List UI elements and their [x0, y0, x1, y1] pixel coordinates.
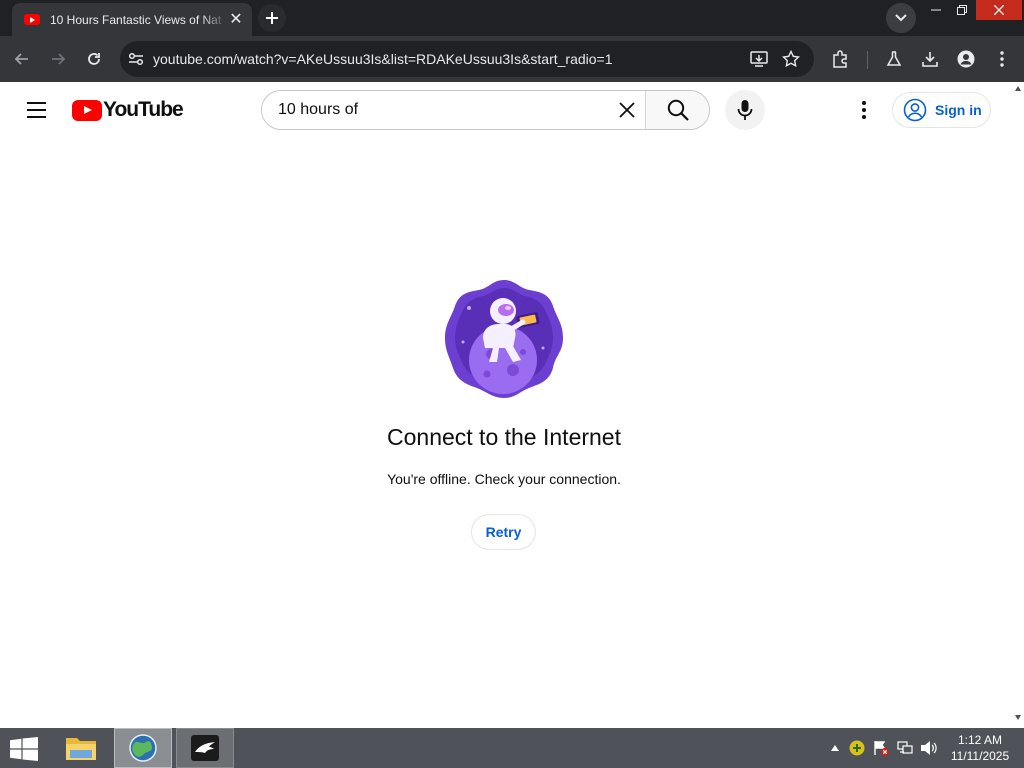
tab-close-icon[interactable]: ✕ — [228, 11, 244, 28]
profile-button[interactable] — [952, 45, 980, 73]
tab-title: 10 Hours Fantastic Views of Nat — [50, 12, 222, 27]
offline-message-panel: Connect to the Internet You're offline. … — [0, 138, 1012, 728]
chevron-down-icon — [895, 14, 907, 22]
extensions-button[interactable] — [826, 45, 854, 73]
address-bar[interactable]: youtube.com/watch?v=AKeUssuu3Is&list=RDA… — [120, 41, 814, 77]
show-hidden-icons-button[interactable] — [826, 740, 844, 756]
youtube-favicon-icon — [24, 14, 40, 25]
youtube-play-icon — [72, 99, 102, 121]
browser-taskbar-button[interactable] — [114, 728, 172, 768]
microphone-icon — [737, 100, 753, 120]
toolbar-separator — [867, 51, 868, 69]
settings-menu-button[interactable] — [852, 96, 876, 124]
flag-icon — [874, 741, 889, 756]
search-box — [261, 90, 710, 130]
offline-message: You're offline. Check your connection. — [387, 471, 621, 487]
globe-icon — [129, 734, 157, 762]
plus-circle-icon — [849, 740, 865, 756]
sign-in-label: Sign in — [935, 102, 982, 118]
browser-tab[interactable]: 10 Hours Fantastic Views of Nat ✕ — [12, 3, 252, 36]
reload-button[interactable] — [80, 45, 108, 73]
flask-icon — [886, 51, 902, 66]
restore-icon — [957, 5, 967, 15]
browser-toolbar: youtube.com/watch?v=AKeUssuu3Is&list=RDA… — [0, 36, 1024, 82]
hamburger-icon — [26, 102, 46, 104]
new-tab-button[interactable] — [258, 4, 286, 32]
file-explorer-taskbar-button[interactable] — [52, 728, 110, 768]
url-text[interactable]: youtube.com/watch?v=AKeUssuu3Is&list=RDA… — [153, 51, 613, 67]
chevron-up-icon — [831, 745, 839, 751]
scroll-down-arrow-icon[interactable] — [1015, 715, 1021, 720]
downloads-button[interactable] — [916, 45, 944, 73]
windows-start-icon[interactable] — [10, 737, 38, 761]
account-circle-icon — [903, 98, 927, 122]
install-app-icon[interactable] — [750, 51, 768, 67]
plus-icon — [266, 12, 278, 24]
speaker-icon — [921, 741, 937, 755]
tray-app-icon[interactable] — [848, 740, 866, 756]
close-window-button[interactable] — [976, 0, 1022, 20]
more-vert-icon — [862, 101, 866, 105]
eagle-app-taskbar-button[interactable] — [176, 728, 234, 768]
search-icon — [667, 99, 689, 121]
tab-search-button[interactable] — [886, 3, 916, 33]
minimize-button[interactable] — [922, 0, 950, 20]
youtube-logo[interactable]: YouTube — [72, 98, 184, 121]
restore-button[interactable] — [948, 0, 976, 20]
arrow-left-icon — [14, 53, 28, 65]
search-button[interactable] — [645, 91, 709, 129]
guide-menu-button[interactable] — [22, 96, 50, 124]
page-scrollbar[interactable] — [1012, 82, 1024, 728]
windows-taskbar: 1:12 AM 11/11/2025 — [0, 728, 1024, 768]
youtube-wordmark: YouTube — [103, 98, 184, 121]
youtube-header: YouTube Sign in — [0, 82, 1012, 138]
network-icon-glyph — [897, 741, 913, 754]
clock-time: 1:12 AM — [957, 733, 1003, 747]
close-icon — [619, 102, 635, 118]
reload-icon — [88, 53, 100, 65]
sign-in-button[interactable]: Sign in — [892, 92, 991, 128]
profile-icon — [957, 50, 975, 68]
folder-icon — [66, 738, 96, 760]
back-button[interactable] — [8, 45, 36, 73]
puzzle-icon — [833, 50, 847, 68]
taskbar-clock[interactable]: 1:12 AM 11/11/2025 — [946, 732, 1014, 764]
retry-button[interactable]: Retry — [471, 514, 536, 550]
labs-button[interactable] — [880, 45, 908, 73]
site-settings-icon[interactable] — [128, 52, 144, 66]
browser-titlebar: 10 Hours Fantastic Views of Nat ✕ — [0, 0, 1024, 36]
scroll-up-arrow-icon[interactable] — [1015, 86, 1021, 91]
action-center-flag-icon[interactable] — [872, 740, 890, 756]
clock-date: 11/11/2025 — [950, 749, 1010, 763]
download-icon — [922, 52, 938, 67]
volume-icon[interactable] — [920, 740, 938, 756]
minimize-icon — [931, 9, 941, 11]
eagle-icon — [191, 735, 219, 761]
voice-search-button[interactable] — [725, 90, 765, 130]
astronaut-illustration — [445, 280, 563, 398]
forward-button[interactable] — [44, 45, 72, 73]
network-icon[interactable] — [896, 740, 914, 756]
bookmark-star-icon[interactable] — [782, 50, 800, 68]
clear-search-button[interactable] — [609, 91, 645, 129]
close-icon — [994, 5, 1004, 15]
search-input[interactable] — [262, 91, 609, 129]
offline-title: Connect to the Internet — [387, 424, 621, 450]
more-vert-icon — [1000, 51, 1004, 67]
arrow-right-icon — [52, 53, 66, 65]
browser-menu-button[interactable] — [988, 45, 1016, 73]
